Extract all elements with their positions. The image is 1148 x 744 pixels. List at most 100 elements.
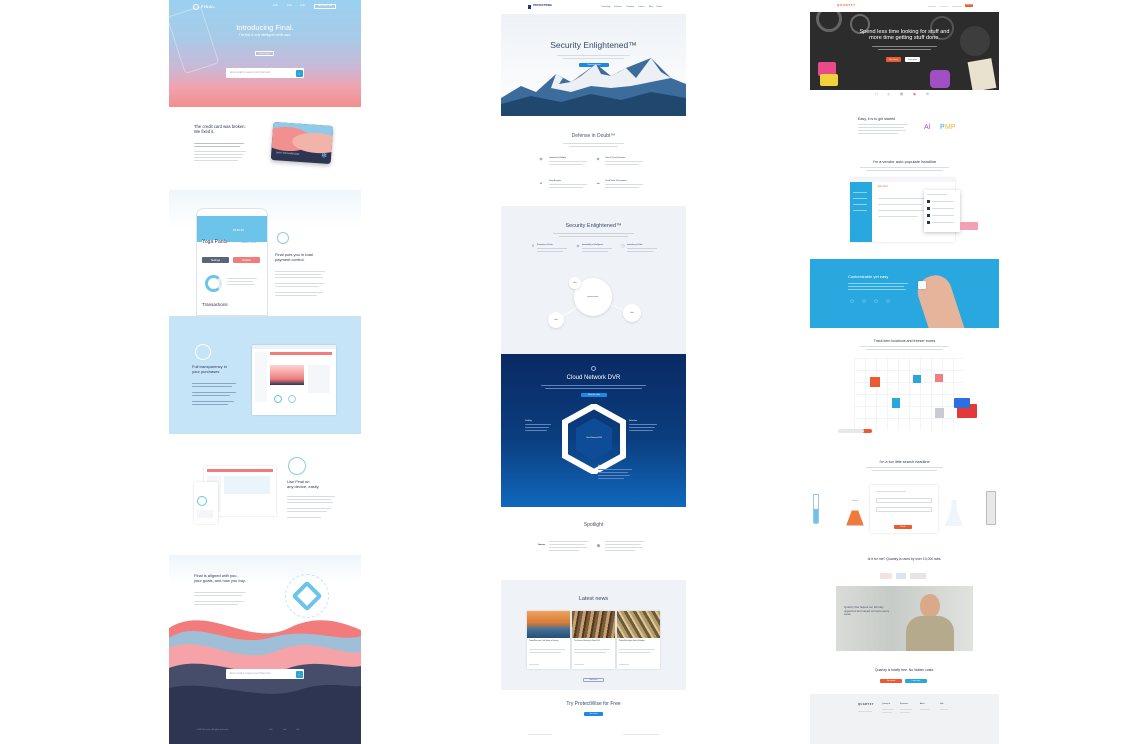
final-hero-email-field[interactable]: Enter email to request your Final card..… — [226, 68, 304, 78]
qz-hand-image — [913, 271, 965, 328]
pw-bubble-a: data — [569, 277, 581, 289]
pw-nav-2[interactable]: Solutions — [614, 6, 622, 8]
news-title-2: The Future of Security Is Cloud DVR — [574, 641, 600, 642]
pw-logo-icon — [528, 5, 531, 9]
qz-flask-orange — [846, 500, 864, 526]
final-hero: FINAL Link Link Link Get Final Card Intr… — [169, 0, 361, 107]
qz-custom-icon-2: ◯ — [862, 299, 866, 303]
news-card-2[interactable]: The Future of Security Is Cloud DVR — [572, 611, 615, 669]
qz-hero: Spend less time looking for stuff and mo… — [810, 12, 999, 90]
final-footer-link-3[interactable]: Link — [296, 729, 300, 731]
qz-logo-b: P — [940, 124, 945, 131]
pw-s3-icon — [591, 366, 596, 371]
qz-feature-icon-2: ◎ — [886, 91, 891, 96]
qz-footer-col-1: Quartzy for — [882, 703, 891, 705]
qz-bottle — [986, 491, 996, 525]
news-image-3 — [617, 611, 660, 638]
visibility-icon: ◉ — [539, 155, 543, 161]
pw-brand: PROTECTWISE — [533, 4, 553, 7]
pw-nav-5[interactable]: Blog — [649, 6, 653, 8]
pw-more-news-button[interactable]: More news — [583, 678, 604, 682]
hero-tube-rack-2 — [820, 74, 838, 86]
qz-person-head — [920, 594, 940, 618]
qz-signup-button[interactable]: Sign up — [965, 3, 973, 7]
pw-bubble-b-label: data — [554, 319, 558, 321]
qz-search-button[interactable]: Search — [894, 525, 912, 529]
final-s2-icon — [277, 232, 289, 244]
final-credit-card: MATT RICHARDSON ✻ — [270, 121, 334, 165]
qz-footer-col-2: Resources — [900, 703, 909, 705]
qz-s3: Customizable yet easy ◯ ◯ ◯ ◯ — [810, 259, 999, 328]
qz-feature-icon-3: ▦ — [899, 91, 904, 96]
final-s4-device-icon — [288, 457, 306, 475]
pw-nav-6[interactable]: Contact — [656, 6, 663, 8]
analysis-icon: ▲ — [539, 179, 543, 185]
qz-hero-learn-button[interactable]: Learn more — [905, 57, 920, 62]
app-disable-button[interactable]: Disable — [233, 257, 260, 263]
qz-s7-title: Quartzy is totally free. No hidden costs… — [875, 668, 934, 672]
pw-s2: Security Enlightened™ $ Economics of Sca… — [501, 206, 686, 354]
app-item-title: Yoga Pants — [202, 239, 228, 246]
quartzy-site-column: QUARTZY Sign up Spend less time looking … — [810, 0, 999, 744]
qz-custom-icon-1: ◯ — [850, 299, 854, 303]
final-footer-copyright: © 2014 Final Inc. All rights reserved. — [196, 729, 229, 731]
freezer-cell-red — [935, 374, 943, 382]
pw-feature-3: Deep Analysis — [549, 180, 561, 182]
qz-uni-logo-3 — [910, 573, 926, 579]
qz-s1-title: Easy, it is to get started — [858, 117, 896, 121]
qz-footer-brand: QUARTZY — [858, 703, 875, 706]
final-nav-1[interactable]: Link — [273, 4, 278, 8]
pw-nav-1[interactable]: Technology — [601, 6, 611, 8]
pw-nav-4[interactable]: Careers — [638, 6, 645, 8]
final-footer-email-field[interactable]: Enter email to request your Final card..… — [226, 669, 304, 679]
pw-feature-4: Cloud Scale & Economics — [605, 180, 627, 182]
qz-app-popover — [924, 190, 960, 232]
final-hero-subtitle: The first & only intelligent credit card… — [238, 33, 292, 37]
qz-footer-col-4: Help — [940, 703, 944, 705]
hero-notebook — [967, 58, 997, 90]
email-input-placeholder-2: Enter email to request your Final card..… — [230, 671, 272, 675]
final-waves: Enter email to request your Final card..… — [169, 608, 361, 744]
email-submit-button[interactable]: › — [295, 69, 303, 77]
hero-phone-ghost — [169, 5, 220, 75]
qz-search-input-2[interactable] — [876, 507, 932, 512]
app-donut-chart — [205, 275, 222, 292]
pw-s3-video-button[interactable]: Watch the video — [581, 393, 607, 397]
news-card-1[interactable]: ProtectWise wins Cool Vendor in Security — [527, 611, 570, 669]
qz-s7-start-button[interactable]: Get started — [880, 679, 902, 683]
final-hero-learn-button[interactable]: Learn more — [255, 51, 274, 56]
pw-mountain-art — [501, 58, 686, 116]
app-balance: $749.33 — [233, 228, 244, 232]
final-nav-3[interactable]: Link — [300, 4, 305, 8]
qz-s7-learn-button[interactable]: Learn more — [905, 679, 927, 683]
qz-hero-start-button[interactable]: Get started — [886, 57, 901, 62]
email-submit-button-2[interactable]: › — [295, 670, 303, 678]
qz-s6-title: Is it for me? Quartzy is used by over 10… — [867, 557, 942, 561]
qz-search-input[interactable] — [876, 498, 932, 503]
qz-brand: QUARTZY — [837, 3, 856, 7]
final-nav-2[interactable]: Link — [287, 4, 292, 8]
pw-hex-center-label: Cloud Network DVR — [585, 437, 603, 439]
pw-bubble-main-label: protectwise — [587, 296, 599, 298]
pw-hero: Security Enlightened™ Request a demo — [501, 14, 686, 116]
qz-cube-image — [918, 281, 926, 289]
news-title-3: ProtectWise raises Series B funding — [619, 641, 645, 642]
app-settings-button[interactable]: Settings — [202, 257, 229, 263]
email-input-placeholder: Enter email to request your Final card..… — [230, 70, 272, 74]
pw-s1-title: Defense in Doubt™ — [571, 133, 616, 139]
final-footer-link-1[interactable]: Link — [269, 729, 273, 731]
pw-hex-bottom-label: Simplicity — [598, 465, 606, 467]
final-dashboard-screenshot — [252, 345, 336, 415]
final-nav-cta-button[interactable]: Get Final Card — [314, 3, 336, 9]
news-card-3[interactable]: ProtectWise raises Series B funding — [617, 611, 660, 669]
final-footer-link-2[interactable]: Link — [283, 729, 287, 731]
qz-custom-icon-3: ◯ — [874, 299, 878, 303]
qz-s4-title: Track item locations and freezer boxes — [873, 339, 936, 343]
final-s2-title: Final puts you in total payment control. — [275, 252, 313, 262]
qz-freezer-grid — [854, 358, 964, 430]
pw-s6-start-button[interactable]: Get started — [584, 712, 603, 716]
qz-s5-title: I'm a fun little search headline — [879, 460, 930, 464]
pw-nav-3[interactable]: Company — [626, 6, 634, 8]
qz-search-card: Search — [870, 485, 938, 533]
news-image-2 — [572, 611, 615, 638]
